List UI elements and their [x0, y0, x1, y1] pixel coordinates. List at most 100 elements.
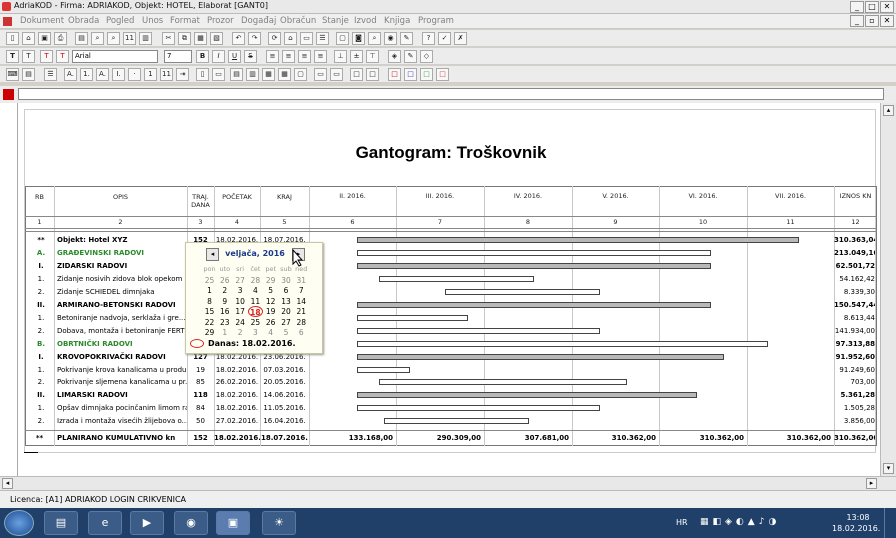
- box-white-icon[interactable]: □: [350, 68, 363, 81]
- calendar-day[interactable]: 20: [279, 306, 294, 317]
- calendar-day[interactable]: 5: [263, 285, 278, 296]
- sheet2-icon[interactable]: ▭: [212, 68, 225, 81]
- calendar-day[interactable]: 10: [233, 296, 248, 307]
- clock-time[interactable]: 13:08: [838, 513, 878, 522]
- doc-close-button[interactable]: ✕: [880, 15, 894, 27]
- header-icon[interactable]: ▤: [230, 68, 243, 81]
- box-grey-icon[interactable]: □: [366, 68, 379, 81]
- menu-stanje[interactable]: Stanje: [322, 16, 349, 26]
- numbering-a-icon[interactable]: A.: [64, 68, 77, 81]
- clock-date[interactable]: 18.02.2016.: [832, 524, 880, 533]
- calendar-day[interactable]: 29: [263, 275, 278, 286]
- valign-bottom-icon[interactable]: ⊥: [334, 50, 347, 63]
- calendar-day[interactable]: 15: [202, 306, 217, 317]
- start-button[interactable]: [4, 510, 34, 536]
- bold-button[interactable]: B: [196, 50, 209, 63]
- font-size-select[interactable]: 7: [164, 50, 192, 63]
- calendar-day[interactable]: 6: [279, 285, 294, 296]
- pencil-icon[interactable]: ✎: [404, 50, 417, 63]
- calendar-day[interactable]: 14: [294, 296, 309, 307]
- numbering-11-icon[interactable]: 11: [160, 68, 173, 81]
- calendar-day[interactable]: 27: [233, 275, 248, 286]
- doc-maximize-button[interactable]: ▫: [865, 15, 879, 27]
- calendar-day[interactable]: 1: [217, 327, 232, 338]
- text-plain-icon[interactable]: T: [22, 50, 35, 63]
- calendar-day[interactable]: 25: [202, 275, 217, 286]
- menu-unos[interactable]: Unos: [142, 16, 163, 26]
- cell2-icon[interactable]: ▭: [330, 68, 343, 81]
- language-indicator[interactable]: HR: [676, 518, 688, 527]
- window-icon[interactable]: ▢: [336, 32, 349, 45]
- form-icon[interactable]: ▭: [300, 32, 313, 45]
- calendar-day[interactable]: 25: [248, 317, 263, 328]
- calendar-day[interactable]: 26: [263, 317, 278, 328]
- strike-button[interactable]: S: [244, 50, 257, 63]
- close-button[interactable]: ✕: [880, 1, 894, 13]
- calendar-day[interactable]: 1: [202, 285, 217, 296]
- vertical-scrollbar[interactable]: ▴ ▾: [880, 103, 896, 483]
- open-icon[interactable]: ⌂: [22, 32, 35, 45]
- calendar-day[interactable]: 21: [294, 306, 309, 317]
- font-select[interactable]: Arial: [72, 50, 158, 63]
- cut-icon[interactable]: ✂: [162, 32, 175, 45]
- undo-icon[interactable]: ↶: [232, 32, 245, 45]
- doc-minimize-button[interactable]: _: [850, 15, 864, 27]
- menu-pogled[interactable]: Pogled: [106, 16, 134, 26]
- delete-icon[interactable]: ✗: [454, 32, 467, 45]
- copy-icon[interactable]: ⧉: [178, 32, 191, 45]
- menu-program[interactable]: Program: [418, 16, 454, 26]
- zoom-page-icon[interactable]: ⌕: [91, 32, 104, 45]
- eraser-icon[interactable]: ◇: [420, 50, 433, 63]
- calendar-day[interactable]: 31: [294, 275, 309, 286]
- ie-icon[interactable]: e: [88, 511, 122, 535]
- chrome-icon[interactable]: ◉: [174, 511, 208, 535]
- calendar-day[interactable]: 2: [217, 285, 232, 296]
- calendar-day[interactable]: 11: [248, 296, 263, 307]
- menu-dogadaj[interactable]: Događaj: [241, 16, 276, 26]
- italic-button[interactable]: I: [212, 50, 225, 63]
- home-icon[interactable]: ⌂: [284, 32, 297, 45]
- calendar-day[interactable]: 4: [248, 285, 263, 296]
- media-icon[interactable]: ▶: [130, 511, 164, 535]
- calendar-day[interactable]: 26: [217, 275, 232, 286]
- question-icon[interactable]: ?: [422, 32, 435, 45]
- calendar-day[interactable]: 17: [233, 306, 248, 317]
- calendar-day[interactable]: 9: [217, 296, 232, 307]
- numbering-1-icon[interactable]: 1.: [80, 68, 93, 81]
- calendar-day[interactable]: 7: [294, 285, 309, 296]
- footer-icon[interactable]: ▥: [246, 68, 259, 81]
- table-icon[interactable]: ▤: [22, 68, 35, 81]
- calendar-day[interactable]: 28: [248, 275, 263, 286]
- box-red2-icon[interactable]: □: [436, 68, 449, 81]
- text-color-icon[interactable]: T: [40, 50, 53, 63]
- menu-obrada[interactable]: Obrada: [68, 16, 99, 26]
- car-icon[interactable]: ◙: [352, 32, 365, 45]
- tray-icons[interactable]: ▦◧◈◐▲♪◑: [700, 517, 780, 527]
- scroll-right-icon[interactable]: ▸: [866, 478, 877, 489]
- calendar-day[interactable]: 4: [263, 327, 278, 338]
- redo-icon[interactable]: ↷: [248, 32, 261, 45]
- bullet-icon[interactable]: ·: [128, 68, 141, 81]
- scroll-left-icon[interactable]: ◂: [2, 478, 13, 489]
- adriakod-icon[interactable]: ▣: [216, 511, 250, 535]
- minimize-button[interactable]: _: [850, 1, 864, 13]
- calendar-day[interactable]: 28: [294, 317, 309, 328]
- scroll-up-icon[interactable]: ▴: [883, 105, 894, 116]
- calendar-day[interactable]: 8: [202, 296, 217, 307]
- box-red-icon[interactable]: □: [388, 68, 401, 81]
- check-icon[interactable]: ✓: [438, 32, 451, 45]
- border2-icon[interactable]: ▢: [294, 68, 307, 81]
- list-lines-icon[interactable]: ☰: [44, 68, 57, 81]
- cell-icon[interactable]: ▭: [314, 68, 327, 81]
- calendar-day[interactable]: 3: [248, 327, 263, 338]
- maximize-button[interactable]: □: [865, 1, 879, 13]
- sheet-icon[interactable]: ▯: [196, 68, 209, 81]
- help-icon[interactable]: ◉: [384, 32, 397, 45]
- zoom-icon[interactable]: ⌕: [107, 32, 120, 45]
- calendar-day[interactable]: 22: [202, 317, 217, 328]
- menu-dokument[interactable]: Dokument: [20, 16, 64, 26]
- show-desktop-button[interactable]: [884, 508, 896, 538]
- calendar-day[interactable]: 3: [233, 285, 248, 296]
- calendar-day[interactable]: 23: [217, 317, 232, 328]
- calendar-day[interactable]: 29: [202, 327, 217, 338]
